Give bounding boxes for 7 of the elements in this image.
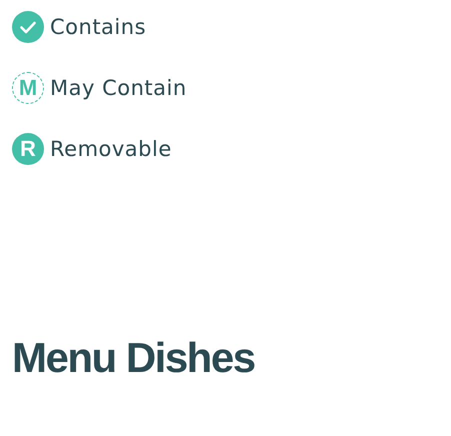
letter-badge: M xyxy=(12,72,44,104)
letter-badge: R xyxy=(12,133,44,165)
legend-label: Contains xyxy=(50,15,146,39)
legend-label: Removable xyxy=(50,137,172,161)
section-heading: Menu Dishes xyxy=(12,333,256,383)
legend-label: May Contain xyxy=(50,76,187,100)
check-icon xyxy=(12,11,44,43)
